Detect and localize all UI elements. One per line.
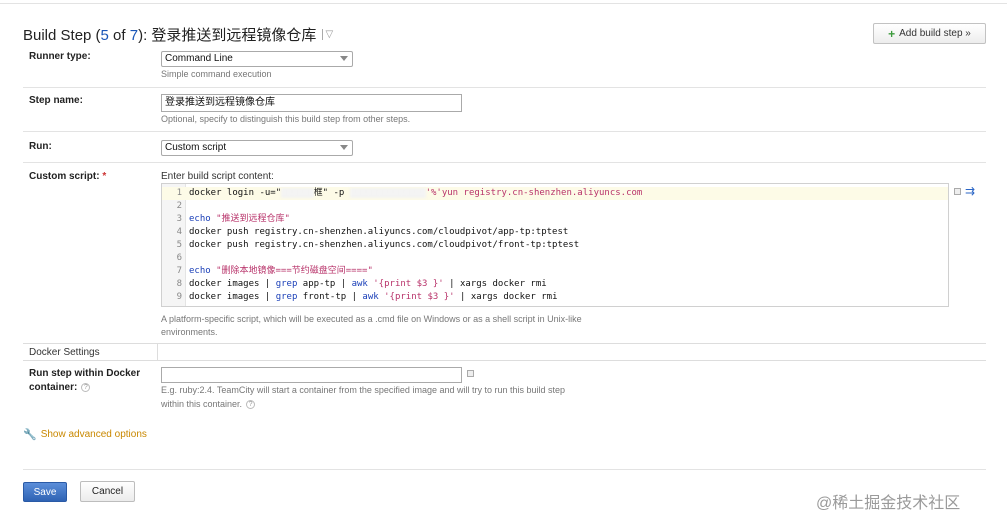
- code-line: 6: [176, 253, 182, 263]
- divider: [23, 469, 986, 470]
- script-hint-line2: environments.: [161, 327, 218, 337]
- save-button[interactable]: Save: [23, 482, 67, 502]
- add-build-step-button[interactable]: + Add build step »: [873, 23, 986, 44]
- step-current[interactable]: 5: [101, 27, 109, 44]
- redacted-username: xxxxxx: [281, 188, 314, 198]
- required-mark: *: [102, 171, 107, 182]
- step-total[interactable]: 7: [130, 27, 138, 44]
- step-name-label: Step name:: [29, 95, 83, 106]
- redacted-password: xxxxxxxxxxxxxx: [349, 188, 426, 198]
- runner-type-hint: Simple command execution: [161, 69, 272, 79]
- code-line: 7 echo "删除本地镜像===节约磁盘空间====": [176, 266, 373, 276]
- divider: [23, 131, 986, 132]
- run-select[interactable]: Custom script: [161, 140, 353, 156]
- script-content-label: Enter build script content:: [161, 171, 274, 182]
- word-wrap-icon[interactable]: ⇉: [965, 184, 975, 198]
- wrench-icon: 🔧: [23, 429, 37, 441]
- dropdown-arrow-icon: [340, 56, 348, 61]
- docker-hint-line2: within this container.?: [161, 399, 256, 410]
- runner-type-label: Runner type:: [29, 51, 91, 62]
- docker-container-label: Run step within Docker container:?: [29, 368, 141, 393]
- plus-icon: +: [888, 26, 896, 41]
- code-line: 4 docker push registry.cn-shenzhen.aliyu…: [176, 227, 569, 237]
- code-line: 1 docker login -u="xxxxxx框" -p xxxxxxxxx…: [162, 187, 948, 200]
- help-icon[interactable]: ?: [81, 382, 91, 392]
- code-line: 5 docker push registry.cn-shenzhen.aliyu…: [176, 240, 580, 250]
- step-name-input[interactable]: 登录推送到远程镜像仓库: [161, 94, 462, 112]
- code-line: 9 docker images | grep front-tp | awk '{…: [176, 292, 558, 302]
- docker-hint-line1: E.g. ruby:2.4. TeamCity will start a con…: [161, 385, 566, 395]
- custom-script-label: Custom script: *: [29, 171, 107, 182]
- page-title-row: Build Step (5 of 7): 登录推送到远程镜像仓库 ▽: [23, 24, 333, 44]
- script-hint-line1: A platform-specific script, which will b…: [161, 314, 582, 324]
- step-name-hint: Optional, specify to distinguish this bu…: [161, 114, 411, 124]
- help-icon[interactable]: ?: [246, 400, 256, 410]
- step-menu-toggle[interactable]: ▽: [322, 28, 334, 40]
- expand-editor-icon[interactable]: [954, 188, 961, 195]
- script-editor[interactable]: 1 docker login -u="xxxxxx框" -p xxxxxxxxx…: [161, 183, 949, 307]
- divider: [23, 162, 986, 163]
- cancel-button[interactable]: Cancel: [80, 481, 135, 502]
- code-line: 3 echo "推送到远程仓库": [176, 214, 290, 224]
- divider: [23, 87, 986, 88]
- run-label: Run:: [29, 141, 52, 152]
- page-title: Build Step (5 of 7): 登录推送到远程镜像仓库: [23, 26, 317, 44]
- code-line: 8 docker images | grep app-tp | awk '{pr…: [176, 279, 547, 289]
- watermark: @稀土掘金技术社区: [816, 495, 961, 512]
- code-line: 2: [176, 201, 182, 211]
- runner-type-select[interactable]: Command Line: [161, 51, 353, 67]
- docker-container-input[interactable]: [161, 367, 462, 383]
- top-border: [0, 0, 1007, 4]
- expand-input-icon[interactable]: [467, 370, 474, 377]
- chevron-down-icon: ▽: [325, 28, 334, 40]
- show-advanced-options-link[interactable]: 🔧 Show advanced options: [23, 428, 147, 441]
- dropdown-arrow-icon: [340, 145, 348, 150]
- docker-settings-header: Docker Settings: [23, 343, 986, 361]
